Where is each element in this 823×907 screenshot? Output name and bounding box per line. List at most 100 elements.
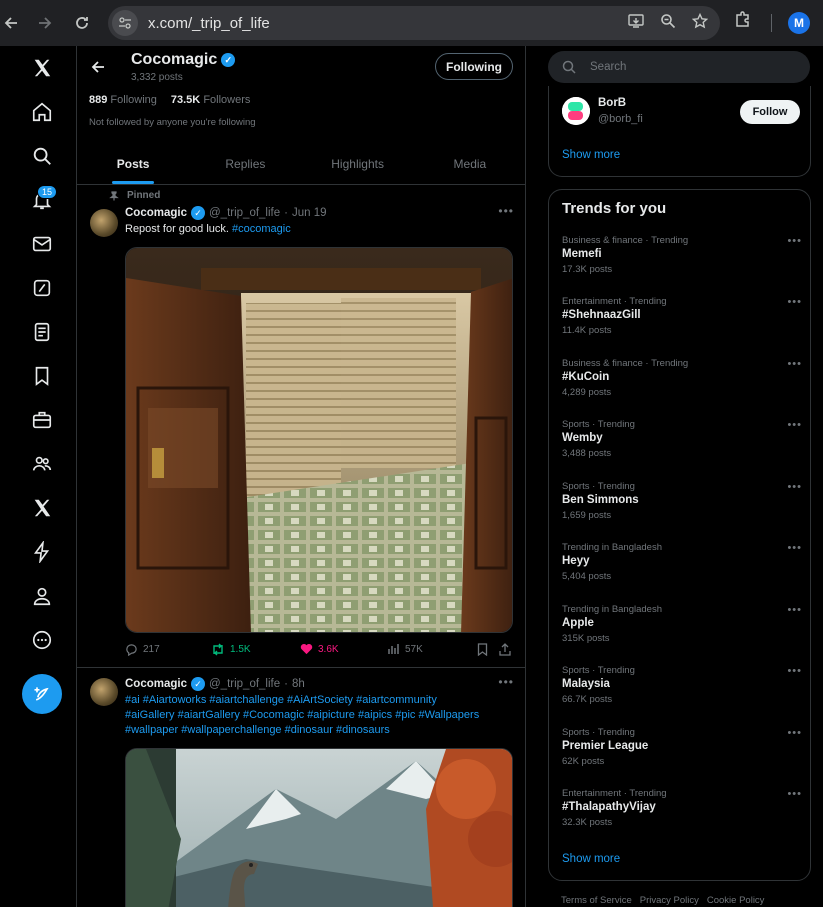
- tab-replies[interactable]: Replies: [189, 143, 301, 184]
- premium-x-icon[interactable]: [20, 486, 64, 530]
- messages-envelope-icon[interactable]: [20, 222, 64, 266]
- trend-more-icon[interactable]: •••: [787, 665, 802, 677]
- post-hashtags-line[interactable]: #ai #Aiartoworks #aiartchallenge #AiArtS…: [125, 693, 515, 708]
- search-placeholder: Search: [590, 61, 627, 73]
- trend-more-icon[interactable]: •••: [787, 788, 802, 800]
- trend-count: 315K posts: [562, 633, 610, 644]
- jobs-briefcase-icon[interactable]: [20, 398, 64, 442]
- tab-posts[interactable]: Posts: [77, 143, 189, 184]
- trend-count: 5,404 posts: [562, 571, 612, 582]
- trend-context: Business & finance · Trending: [562, 358, 689, 369]
- address-bar[interactable]: x.com/_trip_of_life: [108, 6, 720, 40]
- trend-more-icon[interactable]: •••: [787, 542, 802, 554]
- post-time[interactable]: Jun 19: [292, 207, 327, 219]
- compose-post-button[interactable]: [22, 674, 62, 714]
- post-media-image[interactable]: [125, 247, 513, 633]
- trend-context: Entertainment · Trending: [562, 788, 667, 799]
- post-author-name[interactable]: Cocomagic: [125, 678, 187, 690]
- reload-icon[interactable]: [65, 6, 99, 40]
- verified-orgs-lightning-icon[interactable]: [20, 530, 64, 574]
- trend-item[interactable]: Entertainment · Trending #ThalapathyVija…: [562, 788, 802, 844]
- followers-stat[interactable]: 73.5K Followers: [171, 94, 251, 106]
- post-author-handle[interactable]: @_trip_of_life: [209, 207, 280, 219]
- footer-privacy-link[interactable]: Privacy Policy: [640, 895, 699, 906]
- trend-item[interactable]: Sports · Trending Wemby 3,488 posts •••: [562, 419, 802, 475]
- following-button[interactable]: Following: [435, 53, 513, 80]
- trend-more-icon[interactable]: •••: [787, 727, 802, 739]
- share-action[interactable]: [499, 643, 511, 656]
- trend-more-icon[interactable]: •••: [787, 358, 802, 370]
- search-input[interactable]: Search: [548, 51, 810, 83]
- who-to-follow-show-more[interactable]: Show more: [562, 149, 620, 161]
- following-count: 889: [89, 94, 108, 106]
- bookmark-star-icon[interactable]: [691, 12, 709, 33]
- trend-item[interactable]: Sports · Trending Premier League 62K pos…: [562, 727, 802, 783]
- heart-icon: [300, 643, 313, 655]
- views-action[interactable]: 57K: [388, 643, 423, 655]
- more-options-icon[interactable]: [20, 618, 64, 662]
- reply-action[interactable]: 217: [125, 643, 160, 656]
- avatar[interactable]: [90, 209, 118, 237]
- lists-icon[interactable]: [20, 310, 64, 354]
- x-logo-icon[interactable]: [20, 46, 64, 90]
- post-hashtags-line[interactable]: #aiGallery #aiartGallery #Cocomagic #aip…: [125, 708, 515, 723]
- like-action[interactable]: 3.6K: [300, 643, 339, 655]
- post-item[interactable]: Pinned Cocomagic ✓ @_trip_of_life · Jun …: [77, 185, 525, 668]
- trend-title: #ThalapathyVijay: [562, 801, 656, 813]
- trend-item[interactable]: Trending in Bangladesh Apple 315K posts …: [562, 604, 802, 660]
- followers-label: Followers: [203, 94, 251, 106]
- extensions-icon[interactable]: [734, 10, 752, 33]
- tab-media[interactable]: Media: [414, 143, 525, 184]
- browser-toolbar: x.com/_trip_of_life M: [0, 0, 823, 46]
- post-more-options-icon[interactable]: •••: [498, 675, 514, 689]
- bookmarks-icon[interactable]: [20, 354, 64, 398]
- grok-icon[interactable]: [20, 266, 64, 310]
- site-settings-icon[interactable]: [112, 10, 138, 36]
- following-stat[interactable]: 889 Following: [89, 94, 157, 106]
- back-icon[interactable]: [0, 6, 28, 40]
- verified-badge-icon: ✓: [221, 53, 236, 67]
- forward-icon[interactable]: [28, 6, 62, 40]
- post-hashtag[interactable]: #cocomagic: [232, 223, 291, 235]
- back-arrow-icon[interactable]: [87, 56, 109, 78]
- trend-item[interactable]: Business & finance · Trending #KuCoin 4,…: [562, 358, 802, 414]
- trend-more-icon[interactable]: •••: [787, 296, 802, 308]
- trend-item[interactable]: Business & finance · Trending Memefi 17.…: [562, 235, 802, 291]
- avatar[interactable]: [562, 97, 590, 125]
- trend-more-icon[interactable]: •••: [787, 419, 802, 431]
- views-chart-icon: [388, 644, 399, 654]
- trend-more-icon[interactable]: •••: [787, 604, 802, 616]
- post-author-handle[interactable]: @_trip_of_life: [209, 678, 280, 690]
- suggested-account-name[interactable]: BorB: [598, 97, 626, 109]
- trends-show-more[interactable]: Show more: [562, 853, 620, 865]
- profile-icon[interactable]: [20, 574, 64, 618]
- tab-highlights[interactable]: Highlights: [302, 143, 414, 184]
- trend-title: Apple: [562, 617, 594, 629]
- trend-item[interactable]: Sports · Trending Malaysia 66.7K posts •…: [562, 665, 802, 721]
- post-author-name[interactable]: Cocomagic: [125, 207, 187, 219]
- home-icon[interactable]: [20, 90, 64, 134]
- post-hashtags-line[interactable]: #wallpaper #wallpaperchallenge #dinosaur…: [125, 723, 515, 738]
- trend-item[interactable]: Entertainment · Trending #ShehnaazGill 1…: [562, 296, 802, 352]
- post-item[interactable]: Cocomagic ✓ @_trip_of_life · 8h ••• #ai …: [77, 668, 525, 907]
- bookmark-action[interactable]: [477, 643, 488, 656]
- zoom-icon[interactable]: [660, 13, 676, 33]
- trend-item[interactable]: Trending in Bangladesh Heyy 5,404 posts …: [562, 542, 802, 598]
- explore-search-icon[interactable]: [20, 134, 64, 178]
- repost-action[interactable]: 1.5K: [211, 643, 251, 656]
- suggested-account-handle[interactable]: @borb_fi: [598, 113, 643, 125]
- trend-item[interactable]: Sports · Trending Ben Simmons 1,659 post…: [562, 481, 802, 537]
- avatar[interactable]: [90, 678, 118, 706]
- trend-more-icon[interactable]: •••: [787, 235, 802, 247]
- post-more-options-icon[interactable]: •••: [498, 204, 514, 218]
- footer-terms-link[interactable]: Terms of Service: [561, 895, 632, 906]
- post-media-image[interactable]: [125, 748, 513, 907]
- trend-more-icon[interactable]: •••: [787, 481, 802, 493]
- browser-profile-avatar[interactable]: M: [788, 12, 810, 34]
- post-time[interactable]: 8h: [292, 678, 305, 690]
- footer-cookie-link[interactable]: Cookie Policy: [707, 895, 765, 906]
- follow-button[interactable]: Follow: [740, 100, 800, 124]
- search-icon: [562, 60, 576, 74]
- communities-icon[interactable]: [20, 442, 64, 486]
- install-app-icon[interactable]: [628, 13, 644, 33]
